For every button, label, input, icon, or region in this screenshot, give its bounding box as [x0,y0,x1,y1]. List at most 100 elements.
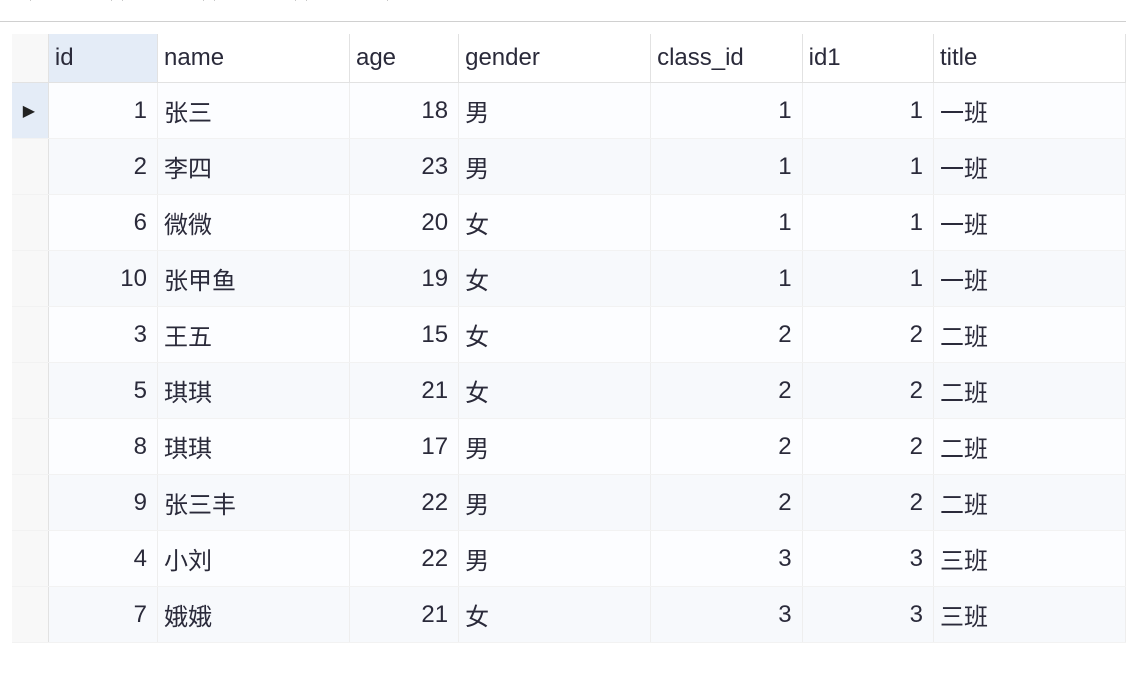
cell-id[interactable]: 4 [48,531,157,587]
cell-name[interactable]: 娥娥 [158,587,350,643]
cell-title[interactable]: 二班 [933,307,1125,363]
column-header-id[interactable]: id [48,34,157,83]
cell-age[interactable]: 21 [349,363,458,419]
cell-title[interactable]: 一班 [933,195,1125,251]
cell-gender[interactable]: 女 [459,195,651,251]
column-header-gender[interactable]: gender [459,34,651,83]
cell-id1[interactable]: 2 [802,419,933,475]
cell-gender[interactable]: 男 [459,139,651,195]
cell-id[interactable]: 9 [48,475,157,531]
table-row[interactable]: 10张甲鱼19女11一班 [12,251,1126,307]
cell-gender[interactable]: 男 [459,531,651,587]
table-row[interactable]: 7娥娥21女33三班 [12,587,1126,643]
cell-name[interactable]: 李四 [158,139,350,195]
cell-name[interactable]: 小刘 [158,531,350,587]
cell-id1[interactable]: 2 [802,307,933,363]
cell-age[interactable]: 17 [349,419,458,475]
cell-id1[interactable]: 1 [802,251,933,307]
cell-title[interactable]: 一班 [933,83,1125,139]
cell-age[interactable]: 18 [349,83,458,139]
cell-gender[interactable]: 女 [459,363,651,419]
cell-id[interactable]: 1 [48,83,157,139]
cell-age[interactable]: 19 [349,251,458,307]
cell-age[interactable]: 15 [349,307,458,363]
cell-class_id[interactable]: 1 [651,139,803,195]
cell-class_id[interactable]: 3 [651,587,803,643]
cell-name[interactable]: 张三丰 [158,475,350,531]
tab-status[interactable]: 状态 [306,0,388,1]
row-gutter[interactable] [12,531,48,587]
cell-title[interactable]: 二班 [933,419,1125,475]
table-row[interactable]: ▶1张三18男11一班 [12,83,1126,139]
cell-id[interactable]: 2 [48,139,157,195]
cell-name[interactable]: 微微 [158,195,350,251]
cell-class_id[interactable]: 2 [651,307,803,363]
tab-result[interactable]: 结果 [122,0,204,1]
cell-id1[interactable]: 1 [802,83,933,139]
table-row[interactable]: 4小刘22男33三班 [12,531,1126,587]
cell-title[interactable]: 二班 [933,363,1125,419]
column-header-class-id[interactable]: class_id [651,34,803,83]
cell-id[interactable]: 6 [48,195,157,251]
cell-title[interactable]: 一班 [933,251,1125,307]
table-row[interactable]: 9张三丰22男22二班 [12,475,1126,531]
cell-id1[interactable]: 3 [802,587,933,643]
row-gutter[interactable]: ▶ [12,83,48,139]
table-row[interactable]: 8琪琪17男22二班 [12,419,1126,475]
cell-id1[interactable]: 1 [802,139,933,195]
cell-age[interactable]: 20 [349,195,458,251]
cell-title[interactable]: 三班 [933,587,1125,643]
column-header-age[interactable]: age [349,34,458,83]
table-row[interactable]: 3王五15女22二班 [12,307,1126,363]
cell-age[interactable]: 23 [349,139,458,195]
tab-info[interactable]: 信息 [30,0,112,1]
cell-id1[interactable]: 1 [802,195,933,251]
row-gutter[interactable] [12,363,48,419]
cell-id1[interactable]: 2 [802,363,933,419]
table-row[interactable]: 2李四23男11一班 [12,139,1126,195]
cell-gender[interactable]: 男 [459,419,651,475]
cell-title[interactable]: 二班 [933,475,1125,531]
cell-class_id[interactable]: 1 [651,83,803,139]
column-header-name[interactable]: name [158,34,350,83]
row-gutter[interactable] [12,475,48,531]
cell-gender[interactable]: 女 [459,251,651,307]
tab-overview[interactable]: 概况 [214,0,296,1]
cell-id[interactable]: 10 [48,251,157,307]
cell-age[interactable]: 22 [349,531,458,587]
row-gutter[interactable] [12,139,48,195]
cell-class_id[interactable]: 1 [651,195,803,251]
cell-age[interactable]: 22 [349,475,458,531]
cell-gender[interactable]: 男 [459,475,651,531]
cell-name[interactable]: 琪琪 [158,419,350,475]
cell-id1[interactable]: 3 [802,531,933,587]
cell-class_id[interactable]: 2 [651,475,803,531]
cell-id[interactable]: 5 [48,363,157,419]
cell-id[interactable]: 7 [48,587,157,643]
row-gutter[interactable] [12,419,48,475]
cell-class_id[interactable]: 2 [651,419,803,475]
row-gutter[interactable] [12,587,48,643]
cell-name[interactable]: 琪琪 [158,363,350,419]
cell-age[interactable]: 21 [349,587,458,643]
column-header-title[interactable]: title [933,34,1125,83]
table-row[interactable]: 6微微20女11一班 [12,195,1126,251]
cell-title[interactable]: 三班 [933,531,1125,587]
cell-id1[interactable]: 2 [802,475,933,531]
cell-class_id[interactable]: 1 [651,251,803,307]
cell-name[interactable]: 张三 [158,83,350,139]
cell-gender[interactable]: 女 [459,307,651,363]
row-gutter[interactable] [12,195,48,251]
row-gutter[interactable] [12,251,48,307]
row-gutter[interactable] [12,307,48,363]
cell-gender[interactable]: 女 [459,587,651,643]
cell-gender[interactable]: 男 [459,83,651,139]
cell-name[interactable]: 王五 [158,307,350,363]
table-row[interactable]: 5琪琪21女22二班 [12,363,1126,419]
cell-class_id[interactable]: 3 [651,531,803,587]
cell-id[interactable]: 3 [48,307,157,363]
column-header-id1[interactable]: id1 [802,34,933,83]
cell-id[interactable]: 8 [48,419,157,475]
cell-name[interactable]: 张甲鱼 [158,251,350,307]
cell-class_id[interactable]: 2 [651,363,803,419]
